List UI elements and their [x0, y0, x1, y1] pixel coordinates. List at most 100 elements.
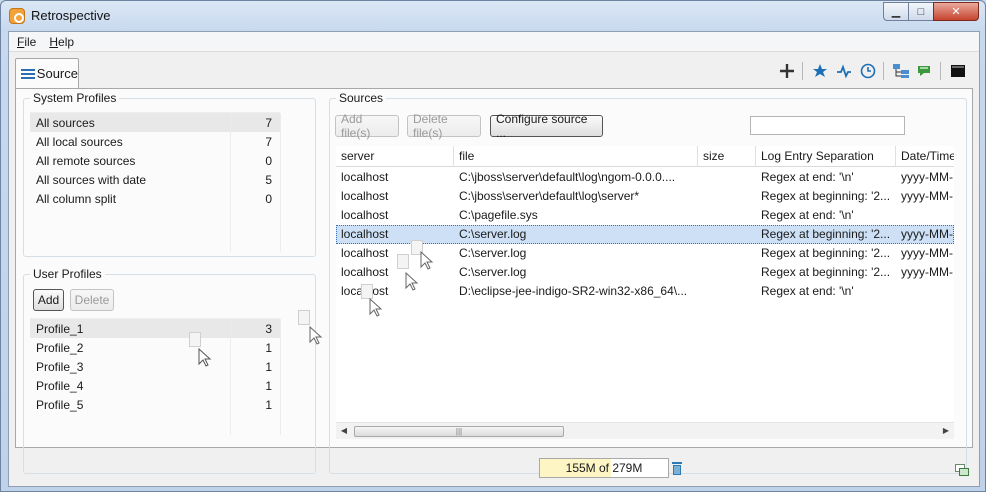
console-windows-icon[interactable] [955, 464, 969, 476]
cell-size [698, 187, 756, 206]
delete-files-button[interactable]: Delete file(s) [407, 112, 481, 140]
list-item[interactable]: All local sources 7 [30, 132, 280, 151]
column-header-server[interactable]: server [336, 146, 454, 167]
list-item[interactable]: All column split 0 [30, 189, 280, 208]
column-header-file[interactable]: file [454, 146, 698, 167]
cell-server: localhost [341, 246, 389, 260]
terminal-icon[interactable] [947, 60, 969, 82]
list-item-label: All remote sources [36, 153, 136, 168]
column-header-datetime[interactable]: Date/Time [896, 146, 954, 167]
horizontal-scrollbar[interactable]: ◀ ||| ▶ [336, 422, 954, 439]
toolbar-divider [940, 62, 941, 80]
cell-server: localhost [336, 282, 454, 301]
add-icon[interactable] [776, 60, 798, 82]
list-item-label: All column split [36, 191, 117, 206]
mouse-cursor-icon [369, 298, 383, 317]
column-header-size[interactable]: size [698, 146, 756, 167]
drag-file-ghost-icon [397, 254, 409, 269]
system-profiles-list: All sources 7 All local sources 7 All re… [30, 112, 281, 252]
cell-size [698, 263, 756, 282]
minimize-button[interactable]: ▁ [883, 2, 909, 21]
heap-status[interactable]: 155M of 279M [539, 458, 669, 478]
cell-datetime [896, 282, 954, 301]
trash-icon[interactable] [671, 460, 683, 476]
list-item-label: Profile_2 [36, 340, 84, 355]
menu-file[interactable]: File [12, 35, 41, 49]
list-item-count: 1 [265, 359, 272, 374]
list-item[interactable]: All remote sources 0 [30, 151, 280, 170]
table-row[interactable]: localhost C:\server.log Regex at beginni… [336, 225, 954, 244]
list-item-count: 1 [265, 397, 272, 412]
cell-datetime: yyyy-MM- [901, 170, 953, 184]
star-icon[interactable] [809, 60, 831, 82]
column-divider [280, 113, 281, 252]
cell-separation: Regex at end: '\n' [761, 284, 854, 298]
table-row[interactable]: localhost C:\jboss\server\default\log\se… [336, 187, 954, 206]
list-item-label: Profile_5 [36, 397, 84, 412]
search-input[interactable] [750, 116, 905, 135]
app-logo-icon [9, 8, 25, 24]
list-item[interactable]: Profile_2 1 [30, 338, 280, 357]
list-item-count: 7 [265, 115, 272, 130]
cell-server: localhost [341, 227, 389, 241]
table-row[interactable]: localhost D:\eclipse-jee-indigo-SR2-win3… [336, 282, 954, 301]
scrollbar-thumb[interactable]: ||| [354, 426, 564, 437]
scroll-right-icon[interactable]: ▶ [940, 425, 952, 437]
list-item-label: Profile_1 [36, 321, 84, 336]
list-item-label: All sources with date [36, 172, 147, 187]
list-item[interactable]: Profile_4 1 [30, 376, 280, 395]
cell-separation: Regex at beginning: '2... [761, 265, 891, 279]
list-item[interactable]: Profile_5 1 [30, 395, 280, 414]
toolbar-divider [883, 62, 884, 80]
cell-file: C:\server.log [459, 246, 527, 260]
list-item-label: All sources [36, 115, 95, 130]
system-profiles-group: System Profiles All sources 7 All local … [23, 91, 316, 257]
table-row[interactable]: localhost C:\jboss\server\default\log\ng… [336, 168, 954, 187]
list-item-count: 1 [265, 378, 272, 393]
list-item-count: 7 [265, 134, 272, 149]
system-profiles-title: System Profiles [30, 91, 120, 105]
clock-icon[interactable] [857, 60, 879, 82]
list-item[interactable]: Profile_3 1 [30, 357, 280, 376]
table-body: localhost C:\jboss\server\default\log\ng… [336, 168, 954, 301]
toolbar-divider [802, 62, 803, 80]
tree-icon[interactable] [890, 60, 912, 82]
app-window: Retrospective ▁ □ ✕ File Help Source Sys… [0, 0, 986, 492]
configure-source-button[interactable]: Configure source ... [490, 112, 603, 140]
mouse-cursor-icon [198, 348, 212, 367]
add-profile-button[interactable]: Add [33, 289, 64, 311]
mouse-cursor-icon [309, 326, 323, 345]
menu-help[interactable]: Help [44, 35, 79, 49]
column-header-separation[interactable]: Log Entry Separation [756, 146, 896, 167]
heap-status-text: 155M of 279M [565, 461, 643, 475]
menu-bar: File Help [9, 32, 979, 52]
list-item[interactable]: Profile_1 3 [30, 319, 280, 338]
status-bar: 155M of 279M [9, 450, 979, 488]
user-profiles-title: User Profiles [30, 267, 105, 281]
list-item-count: 0 [265, 153, 272, 168]
cell-datetime: yyyy-MM- [901, 246, 953, 260]
list-item-count: 1 [265, 340, 272, 355]
cell-server: localhost [341, 265, 389, 279]
cell-separation: Regex at beginning: '2... [761, 227, 891, 241]
tab-row: Source [9, 53, 979, 89]
title-bar[interactable]: Retrospective ▁ □ ✕ [1, 1, 985, 31]
cell-size [698, 225, 756, 244]
cell-file: D:\eclipse-jee-indigo-SR2-win32-x86_64\.… [459, 284, 688, 298]
scroll-left-icon[interactable]: ◀ [338, 425, 350, 437]
delete-profile-button[interactable]: Delete [70, 289, 114, 311]
pulse-icon[interactable] [833, 60, 855, 82]
add-files-button[interactable]: Add file(s) [335, 112, 399, 140]
list-item-label: Profile_3 [36, 359, 84, 374]
toolbar [774, 60, 969, 82]
tab-source[interactable]: Source [15, 58, 79, 88]
maximize-button[interactable]: □ [908, 2, 934, 21]
comment-icon[interactable] [914, 60, 936, 82]
list-item[interactable]: All sources with date 5 [30, 170, 280, 189]
cell-separation: Regex at end: '\n' [761, 208, 854, 222]
close-button[interactable]: ✕ [933, 2, 979, 21]
table-row[interactable]: localhost C:\pagefile.sys Regex at end: … [336, 206, 954, 225]
list-item[interactable]: All sources 7 [30, 113, 280, 132]
cell-server: localhost [341, 208, 389, 222]
mouse-cursor-icon [405, 272, 419, 291]
